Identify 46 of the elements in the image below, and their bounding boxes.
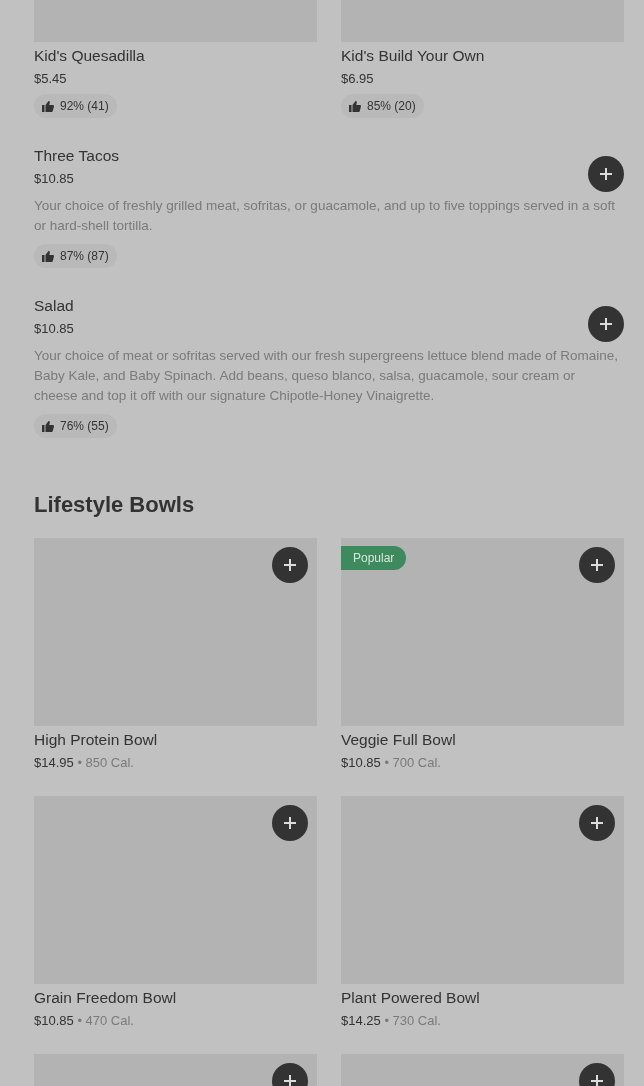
add-button[interactable] [579,805,615,841]
add-button[interactable] [579,547,615,583]
plus-icon [591,817,603,829]
item-name: Grain Freedom Bowl [34,988,178,1008]
item-name: Plant Powered Bowl [341,988,481,1008]
rating-text: 87% (87) [60,249,109,263]
add-button[interactable] [588,306,624,342]
item-price: $6.95 [341,70,375,88]
item-name: Salad [34,296,75,316]
item-calories: • 470 Cal. [77,1013,134,1028]
add-button[interactable] [272,547,308,583]
item-calories: • 850 Cal. [77,755,134,770]
item-calories: • 700 Cal. [384,755,441,770]
item-price: $14.95 [34,755,74,770]
item-description: Your choice of meat or sofritas served with our fresh supergreens lettuce blend made of Romaine, Baby Kale, and Baby Spinach. Add beans, queso blanco, salsa, guacamole, sour cream or cheese and top it off with our signature Chipotle-Honey Vinaigrette. [34,347,620,405]
plus-icon [284,1075,296,1086]
thumbs-up-icon [42,420,54,432]
popular-badge: Popular [341,546,407,570]
item-name: Veggie Full Bowl [341,730,457,750]
item-calories: • 730 Cal. [384,1013,441,1028]
item-name: Three Tacos [34,146,120,166]
plus-icon [284,559,296,571]
thumbs-up-icon [349,100,361,112]
item-name: Kid's Quesadilla [34,46,146,66]
rating-text: 85% (20) [367,99,416,113]
item-price: $10.85 [341,755,381,770]
item-price: $10.85 [34,170,75,188]
item-price: $5.45 [34,70,68,88]
thumbs-up-icon [42,100,54,112]
item-name: Kid's Build Your Own [341,46,486,66]
item-price: $10.85 [34,1013,74,1028]
rating-text: 92% (41) [60,99,109,113]
plus-icon [591,1075,603,1086]
item-price: $14.25 [341,1013,381,1028]
item-name: High Protein Bowl [34,730,159,750]
plus-icon [600,318,612,330]
rating-text: 76% (55) [60,419,109,433]
plus-icon [284,817,296,829]
plus-icon [600,168,612,180]
item-price: $10.85 [34,320,75,338]
thumbs-up-icon [42,250,54,262]
plus-icon [591,559,603,571]
section-heading: Lifestyle Bowls [34,491,196,519]
add-button[interactable] [272,805,308,841]
item-description: Your choice of freshly grilled meat, sofritas, or guacamole, and up to five toppings served in a soft or hard-shell tortilla. [34,197,617,235]
add-button[interactable] [588,156,624,192]
